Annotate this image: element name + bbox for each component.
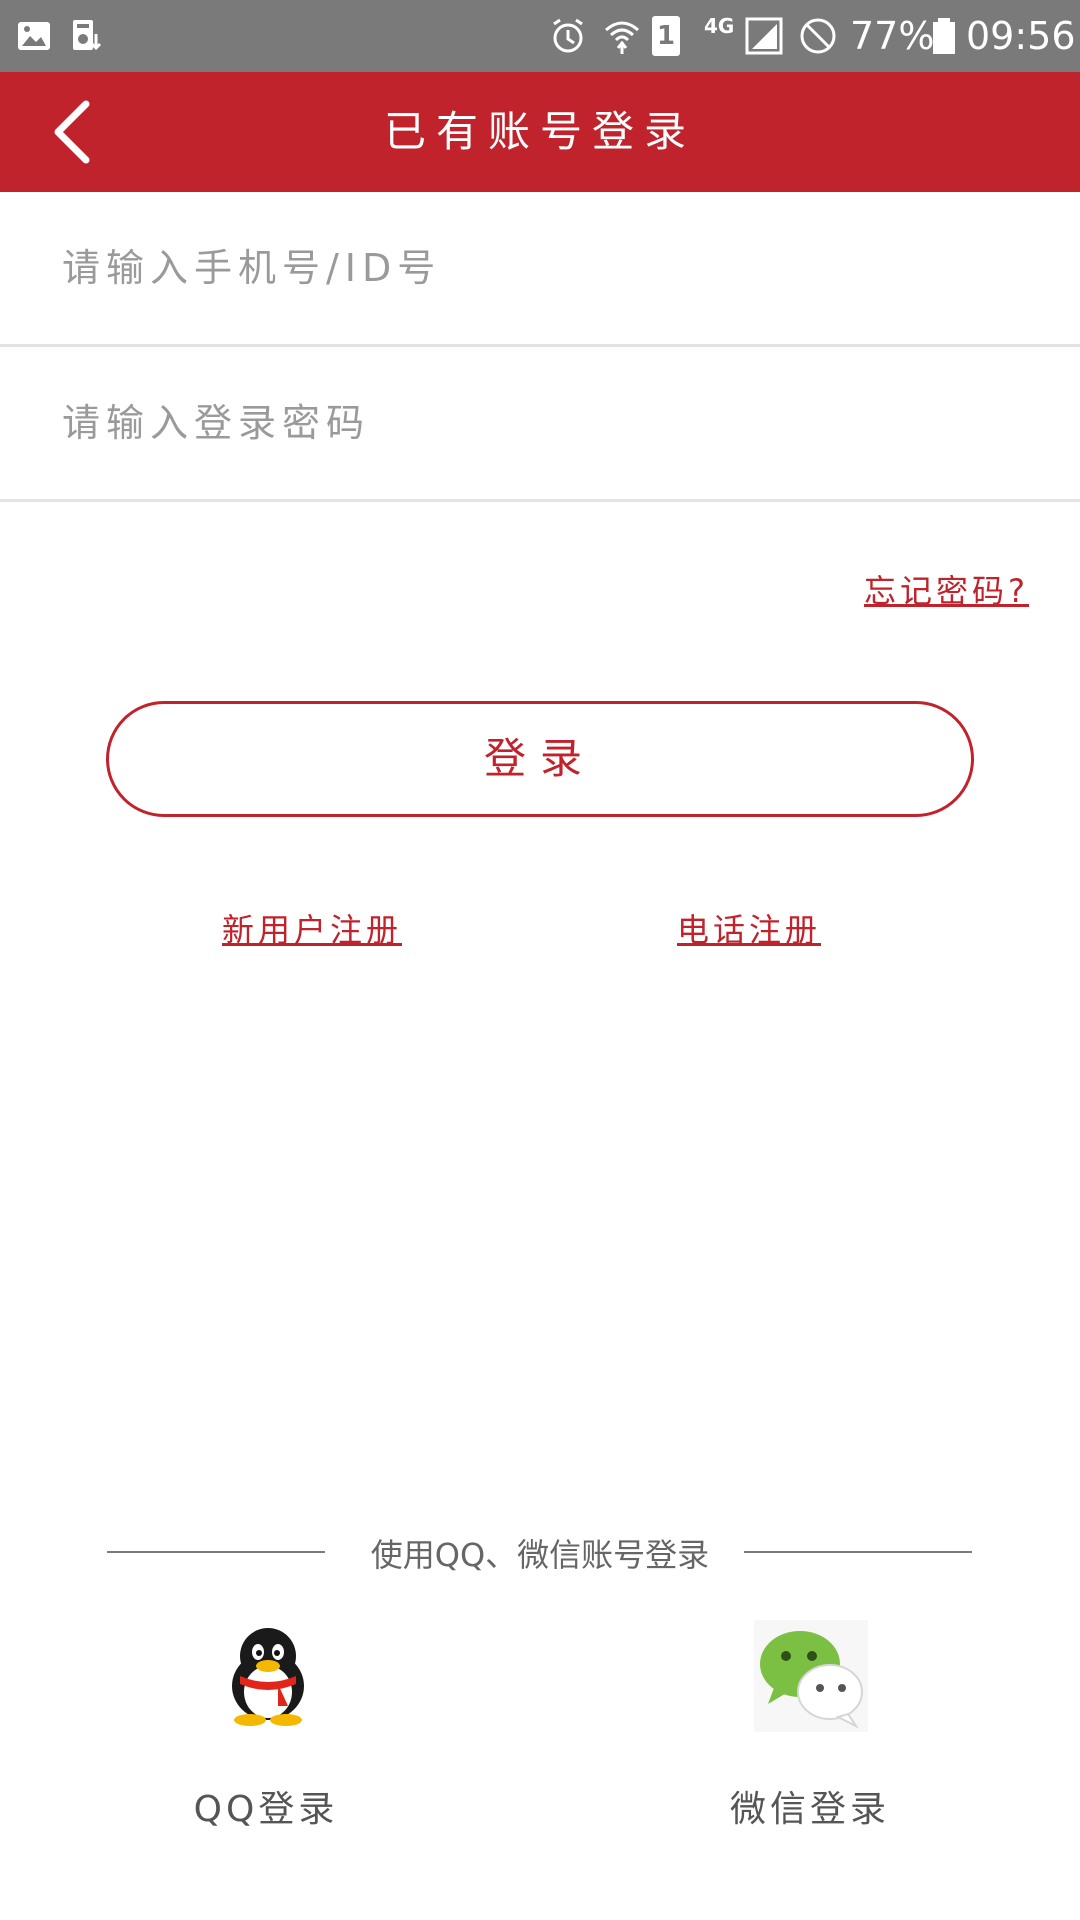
sim-slot-label: 1 xyxy=(656,21,676,51)
new-user-register-link[interactable]: 新用户注册 xyxy=(222,905,402,951)
account-field xyxy=(0,192,1080,347)
social-login-divider-text: 使用QQ、微信账号登录 xyxy=(370,1536,710,1574)
gallery-notification-icon xyxy=(18,22,50,50)
divider-line-right xyxy=(744,1551,972,1553)
alarm-icon xyxy=(553,18,583,53)
wechat-login-label[interactable]: 微信登录 xyxy=(680,1780,940,1832)
divider-line-left xyxy=(107,1551,325,1553)
qq-penguin-icon[interactable] xyxy=(222,1626,314,1726)
login-button[interactable]: 登录 xyxy=(106,701,974,817)
wechat-icon[interactable] xyxy=(754,1620,868,1732)
status-bar: 1 4G 77% 09:56 xyxy=(0,0,1080,72)
sim-card-icon: 1 xyxy=(652,16,680,56)
do-not-disturb-icon xyxy=(800,18,836,54)
usb-debug-icon xyxy=(73,20,102,51)
battery-icon xyxy=(933,18,955,54)
cell-signal-icon xyxy=(745,17,783,55)
app-header: 已有账号登录 xyxy=(0,72,1080,192)
network-type-label: 4G xyxy=(704,14,735,38)
password-input[interactable] xyxy=(62,347,1022,499)
password-field xyxy=(0,347,1080,502)
account-input[interactable] xyxy=(62,192,1022,344)
back-arrow-icon[interactable] xyxy=(44,94,120,170)
forgot-password-link[interactable]: 忘记密码? xyxy=(864,566,1029,612)
battery-percent: 77% xyxy=(850,14,935,58)
phone-register-link[interactable]: 电话注册 xyxy=(677,905,821,951)
clock: 09:56 xyxy=(966,14,1076,58)
wifi-icon xyxy=(605,21,639,54)
qq-login-label[interactable]: QQ登录 xyxy=(136,1780,396,1832)
page-title: 已有账号登录 xyxy=(383,107,696,156)
